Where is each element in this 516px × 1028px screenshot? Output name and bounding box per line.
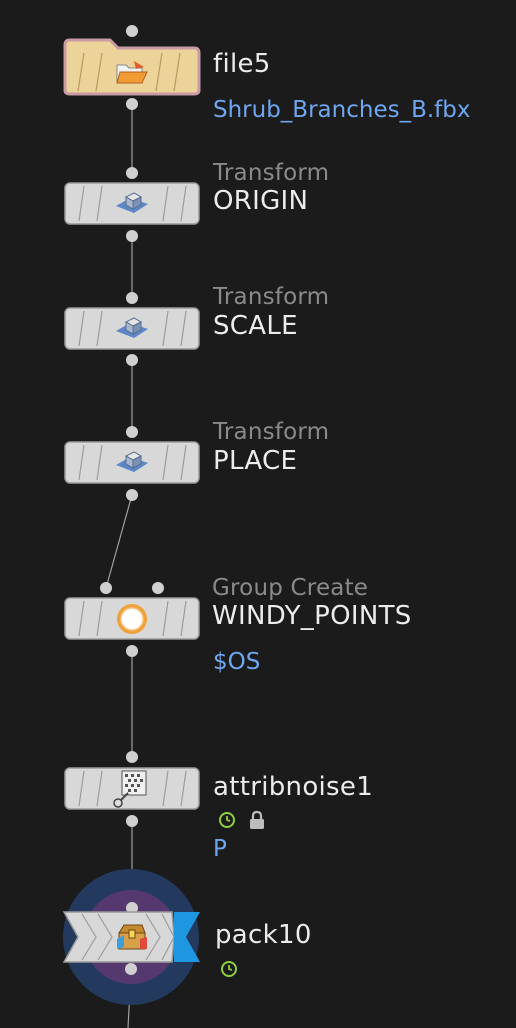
time-dependent-clock-icon	[219, 812, 235, 828]
node-scale[interactable]	[64, 307, 200, 350]
attribnoise-icon	[113, 770, 147, 808]
pack-output-port[interactable]	[125, 963, 137, 975]
node-type-origin: Transform	[213, 160, 330, 186]
origin-input-port[interactable]	[126, 167, 138, 179]
node-name-attribnoise1[interactable]: attribnoise1	[213, 772, 373, 802]
network-editor[interactable]: file5 Shrub_Branches_B.fbx Transform ORI…	[0, 0, 516, 1028]
node-name-file5[interactable]: file5	[213, 49, 271, 79]
node-pack10[interactable]	[62, 910, 204, 964]
file5-output-port[interactable]	[126, 98, 138, 110]
origin-output-port[interactable]	[126, 230, 138, 242]
pack-chest-icon	[117, 924, 147, 950]
node-file5[interactable]	[62, 37, 202, 97]
node-param-windy-points: $OS	[213, 649, 261, 675]
attribnoise-input-port[interactable]	[126, 751, 138, 763]
scale-output-port[interactable]	[126, 354, 138, 366]
place-output-port[interactable]	[126, 489, 138, 501]
wire-place-windy[interactable]	[105, 494, 133, 589]
node-name-place[interactable]: PLACE	[213, 446, 297, 476]
node-windy-points[interactable]	[64, 597, 200, 640]
node-attribnoise1[interactable]	[64, 767, 200, 810]
transform-icon	[116, 451, 148, 472]
node-type-windy-points: Group Create	[212, 575, 369, 601]
scale-input-port[interactable]	[126, 292, 138, 304]
node-origin[interactable]	[64, 182, 200, 225]
node-type-scale: Transform	[213, 284, 330, 310]
file-folder-icon	[116, 61, 148, 84]
attribnoise-output-port[interactable]	[126, 815, 138, 827]
node-param-attribnoise1: P	[213, 836, 227, 862]
windy-output-port[interactable]	[126, 645, 138, 657]
node-type-place: Transform	[213, 419, 330, 445]
node-param-file5: Shrub_Branches_B.fbx	[213, 97, 471, 123]
node-place[interactable]	[64, 441, 200, 484]
node-name-pack10[interactable]: pack10	[215, 920, 312, 950]
time-dependent-clock-icon	[221, 961, 237, 977]
windy-input-port-1[interactable]	[100, 582, 112, 594]
windy-input-port-2[interactable]	[152, 582, 164, 594]
lock-icon[interactable]	[247, 810, 267, 830]
place-input-port[interactable]	[126, 426, 138, 438]
display-flag	[174, 912, 200, 962]
group-create-icon	[117, 604, 147, 634]
node-name-windy-points[interactable]: WINDY_POINTS	[212, 601, 412, 631]
transform-icon	[116, 192, 148, 213]
node-name-scale[interactable]: SCALE	[213, 311, 298, 341]
file5-input-port[interactable]	[126, 25, 138, 37]
node-name-origin[interactable]: ORIGIN	[213, 186, 308, 216]
transform-icon	[116, 317, 148, 338]
